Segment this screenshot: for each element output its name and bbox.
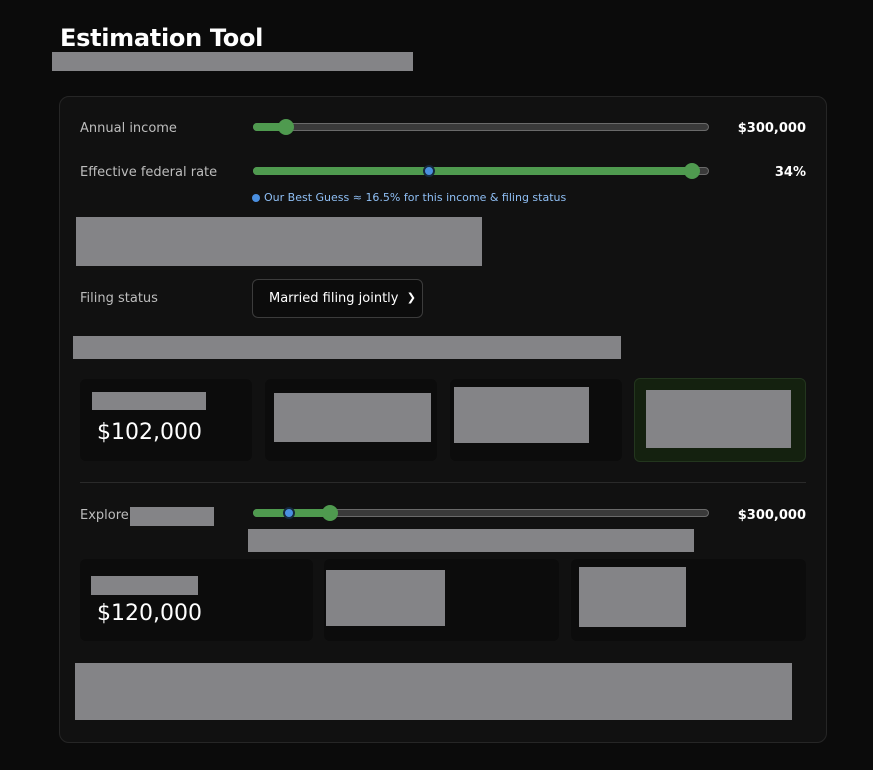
explore-slider-thumb[interactable] bbox=[321, 505, 338, 521]
rate-label: Effective federal rate bbox=[80, 165, 218, 180]
redacted-explore-tile-1-label bbox=[91, 576, 198, 595]
info-dot-icon bbox=[252, 193, 260, 202]
result-tile-1-value: $102,000 bbox=[97, 420, 202, 445]
redacted-tile-3 bbox=[454, 387, 589, 443]
redacted-tile-1-label bbox=[92, 392, 206, 410]
rate-best-guess-marker bbox=[422, 165, 435, 177]
redacted-block-2 bbox=[73, 336, 621, 359]
redacted-block-3 bbox=[248, 529, 694, 552]
best-guess-hint: Our Best Guess ≈ 16.5% for this income &… bbox=[252, 191, 566, 204]
rate-value: 34% bbox=[774, 165, 806, 180]
redacted-tile-2 bbox=[274, 393, 431, 442]
explore-value: $300,000 bbox=[737, 508, 806, 523]
redacted-block-4 bbox=[75, 663, 792, 720]
redacted-explore-tile-2 bbox=[326, 570, 445, 626]
chevron-down-icon: ❯ bbox=[406, 291, 416, 304]
redacted-tile-4 bbox=[646, 390, 791, 448]
explore-tile-1-value: $120,000 bbox=[97, 601, 202, 626]
redacted-block-1 bbox=[76, 217, 482, 266]
explore-label: Explore: bbox=[80, 508, 134, 523]
page-title: Estimation Tool bbox=[60, 24, 264, 52]
best-guess-text: Our Best Guess ≈ 16.5% for this income &… bbox=[264, 191, 567, 204]
income-slider-track[interactable] bbox=[253, 123, 709, 131]
filing-label: Filing status bbox=[80, 291, 158, 306]
section-divider bbox=[80, 482, 806, 483]
income-label: Annual income bbox=[80, 121, 177, 136]
filing-status-value: Married filing jointly bbox=[269, 291, 399, 306]
filing-status-select[interactable]: Married filing jointly ❯ bbox=[252, 279, 423, 318]
redacted-explore-tile-3 bbox=[579, 567, 686, 627]
rate-slider-fill bbox=[253, 167, 693, 175]
redacted-explore-label bbox=[130, 507, 214, 526]
income-value: $300,000 bbox=[737, 121, 806, 136]
explore-tile-1 bbox=[80, 559, 313, 641]
redacted-subtitle bbox=[52, 52, 413, 71]
